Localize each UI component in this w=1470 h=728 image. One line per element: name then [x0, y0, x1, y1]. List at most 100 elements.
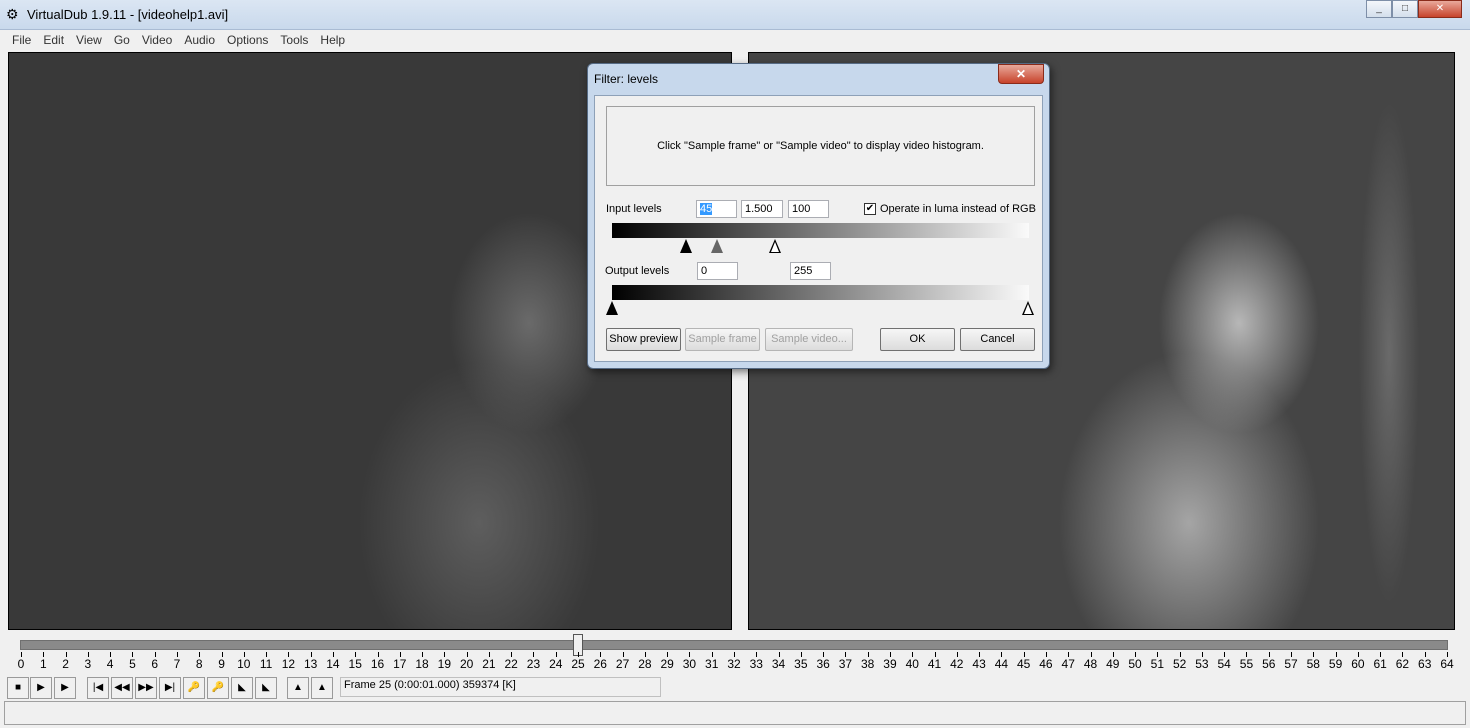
next-keyframe-button[interactable]: 🔑	[207, 677, 229, 699]
ok-button[interactable]: OK	[880, 328, 955, 351]
timeline-tick-label: 40	[905, 657, 919, 671]
timeline-tick-label: 50	[1128, 657, 1142, 671]
input-levels-label: Input levels	[606, 203, 662, 215]
minimize-button[interactable]: _	[1366, 0, 1392, 18]
timeline-tick-label: 61	[1373, 657, 1387, 671]
input-white-slider[interactable]	[769, 239, 781, 253]
timeline-tick-label: 64	[1440, 657, 1454, 671]
input-white-field[interactable]: 100	[788, 200, 829, 218]
timeline-tick-label: 19	[437, 657, 452, 671]
timeline-tick-label: 27	[615, 657, 630, 671]
timeline-tick-label: 8	[195, 657, 203, 671]
timeline-tick-label: 29	[660, 657, 674, 671]
input-levels-gradient	[612, 223, 1029, 238]
menu-options[interactable]: Options	[221, 30, 274, 50]
timeline-tick-label: 45	[1016, 657, 1031, 671]
prev-keyframe-button[interactable]: 🔑	[183, 677, 205, 699]
timeline-tick-label: 20	[459, 657, 474, 671]
timeline-tick-label: 14	[326, 657, 340, 671]
histogram-area: Click "Sample frame" or "Sample video" t…	[606, 106, 1035, 186]
menu-tools[interactable]: Tools	[274, 30, 314, 50]
timeline-tick-label: 48	[1083, 657, 1098, 671]
prev-scene-button[interactable]: ◣	[231, 677, 253, 699]
timeline-tick-label: 62	[1395, 657, 1410, 671]
menu-edit[interactable]: Edit	[37, 30, 70, 50]
timeline-tick-label: 26	[593, 657, 607, 671]
input-gamma-slider[interactable]	[711, 239, 723, 253]
stop-button[interactable]: ■	[7, 677, 29, 699]
close-button[interactable]: ✕	[1418, 0, 1462, 18]
frame-status: Frame 25 (0:00:01.000) 359374 [K]	[340, 677, 661, 697]
play-input-button[interactable]: ▶	[30, 677, 52, 699]
timeline-tick-label: 21	[482, 657, 496, 671]
dialog-title: Filter: levels	[594, 72, 659, 86]
menu-help[interactable]: Help	[314, 30, 351, 50]
timeline-tick-label: 38	[861, 657, 875, 671]
timeline-tick-label: 56	[1262, 657, 1276, 671]
timeline-tick-label: 25	[571, 657, 585, 671]
window-title: VirtualDub 1.9.11 - [videohelp1.avi]	[27, 7, 229, 22]
timeline-tick-label: 37	[838, 657, 853, 671]
maximize-button[interactable]: □	[1392, 0, 1418, 18]
timeline-tick-label: 35	[794, 657, 808, 671]
luma-checkbox[interactable]: ✔	[864, 203, 876, 215]
timeline-tick-label: 3	[84, 657, 92, 671]
luma-checkbox-label[interactable]: Operate in luma instead of RGB	[880, 203, 1036, 215]
timeline-tick-label: 51	[1150, 657, 1165, 671]
timeline-tick-label: 41	[927, 657, 942, 671]
mark-out-button[interactable]: ▲	[311, 677, 333, 699]
timeline-tick-label: 16	[370, 657, 385, 671]
timeline-tick-label: 7	[173, 657, 181, 671]
histogram-hint: Click "Sample frame" or "Sample video" t…	[657, 140, 984, 152]
timeline-tick-label: 31	[705, 657, 719, 671]
next-key-button[interactable]: ▶▶	[135, 677, 157, 699]
output-white-field[interactable]: 255	[790, 262, 831, 280]
menu-view[interactable]: View	[70, 30, 108, 50]
timeline-tick-label: 5	[129, 657, 136, 671]
menu-bar: File Edit View Go Video Audio Options To…	[0, 30, 1470, 50]
cancel-button[interactable]: Cancel	[960, 328, 1035, 351]
timeline-tick-label: 10	[237, 657, 251, 671]
timeline-track[interactable]	[20, 640, 1448, 650]
dialog-close-button[interactable]: ✕	[998, 64, 1044, 84]
timeline-tick-label: 49	[1106, 657, 1120, 671]
output-white-slider[interactable]	[1022, 301, 1034, 315]
timeline-tick-label: 47	[1061, 657, 1075, 671]
next-scene-button[interactable]: ◣	[255, 677, 277, 699]
timeline-tick-label: 34	[771, 657, 786, 671]
levels-filter-dialog: Filter: levels ✕ Click "Sample frame" or…	[587, 63, 1050, 369]
go-end-button[interactable]: ▶|	[159, 677, 181, 699]
menu-video[interactable]: Video	[136, 30, 178, 50]
timeline-tick-label: 23	[526, 657, 541, 671]
input-black-field[interactable]: 45	[696, 200, 737, 218]
title-bar: ⚙ VirtualDub 1.9.11 - [videohelp1.avi] _…	[0, 0, 1470, 30]
timeline-tick-label: 4	[106, 657, 114, 671]
timeline-tick-label: 43	[972, 657, 986, 671]
timeline-tick-label: 60	[1351, 657, 1365, 671]
output-black-slider[interactable]	[606, 301, 618, 315]
play-output-button[interactable]: ▶	[54, 677, 76, 699]
timeline-tick-label: 0	[17, 657, 25, 671]
menu-audio[interactable]: Audio	[178, 30, 221, 50]
timeline-tick-label: 15	[348, 657, 362, 671]
mark-in-button[interactable]: ▲	[287, 677, 309, 699]
timeline-tick-label: 58	[1306, 657, 1320, 671]
timeline-tick-label: 22	[504, 657, 518, 671]
output-black-field[interactable]: 0	[697, 262, 738, 280]
timeline-tick-label: 55	[1239, 657, 1254, 671]
output-levels-gradient	[612, 285, 1029, 300]
input-black-slider[interactable]	[680, 239, 692, 253]
status-bar	[4, 701, 1466, 725]
prev-key-button[interactable]: ◀◀	[111, 677, 133, 699]
timeline-tick-label: 46	[1039, 657, 1053, 671]
timeline-tick-label: 52	[1172, 657, 1187, 671]
show-preview-button[interactable]: Show preview	[606, 328, 681, 351]
input-gamma-field[interactable]: 1.500	[741, 200, 783, 218]
timeline-tick-label: 13	[303, 657, 318, 671]
menu-file[interactable]: File	[6, 30, 37, 50]
go-start-button[interactable]: |◀	[87, 677, 109, 699]
timeline-tick-label: 36	[816, 657, 830, 671]
output-levels-label: Output levels	[605, 265, 670, 277]
timeline-tick-label: 33	[749, 657, 763, 671]
menu-go[interactable]: Go	[108, 30, 136, 50]
